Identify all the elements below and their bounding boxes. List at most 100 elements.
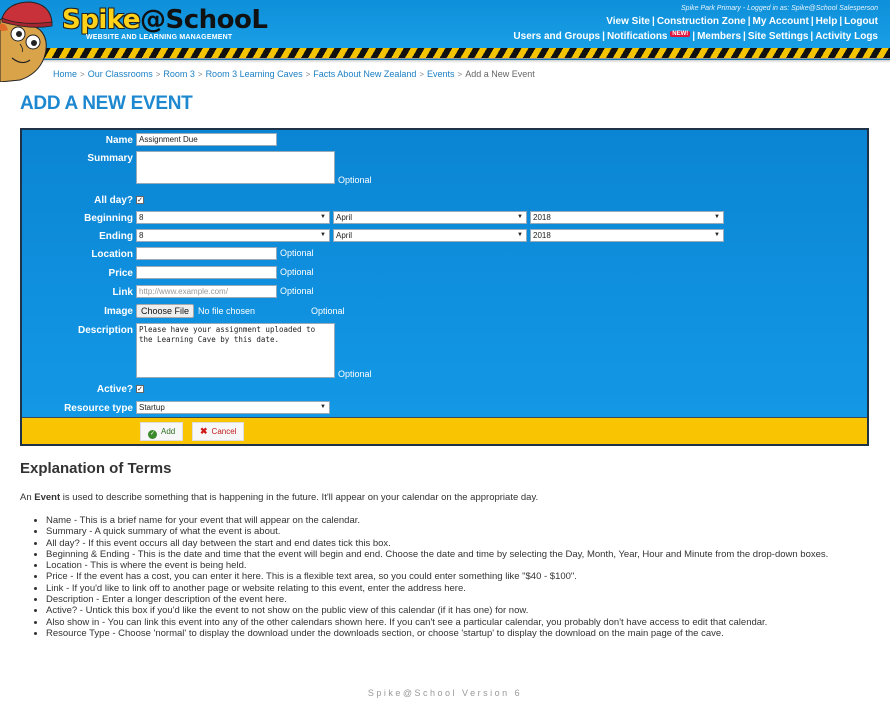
breadcrumb-facts-nz[interactable]: Facts About New Zealand xyxy=(313,69,416,79)
nav-view-site[interactable]: View Site xyxy=(606,16,650,27)
nav-separator: | xyxy=(839,16,843,27)
term-item: Also show in - You can link this event i… xyxy=(46,617,880,628)
form-row-active: Active? ✓ xyxy=(22,382,144,397)
form-row-image: Image Choose File No file chosen Optiona… xyxy=(22,304,345,319)
nav-activity-logs[interactable]: Activity Logs xyxy=(815,31,878,42)
term-item: Summary - A quick summary of what the ev… xyxy=(46,526,880,537)
term-item: Price - If the event has a cost, you can… xyxy=(46,571,880,582)
explanation-intro: An Event is used to describe something t… xyxy=(20,492,538,503)
summary-optional-hint: Optional xyxy=(338,175,372,185)
nav-site-settings[interactable]: Site Settings xyxy=(748,31,809,42)
price-label: Price xyxy=(108,268,133,279)
image-optional-hint: Optional xyxy=(311,306,345,316)
breadcrumb-room-3[interactable]: Room 3 xyxy=(163,69,195,79)
nav-separator: | xyxy=(810,16,814,27)
nav-logout[interactable]: Logout xyxy=(844,16,878,27)
term-item: Active? - Untick this box if you'd like … xyxy=(46,605,880,616)
add-button-label: Add xyxy=(161,427,176,436)
breadcrumb-learning-caves[interactable]: Room 3 Learning Caves xyxy=(206,69,303,79)
description-optional-hint: Optional xyxy=(338,369,372,379)
chevron-down-icon: ▼ xyxy=(320,404,326,410)
breadcrumb-separator: > xyxy=(155,70,161,79)
check-circle-icon: ✓ xyxy=(148,430,157,439)
terms-list: Name - This is a brief name for your eve… xyxy=(20,515,880,639)
breadcrumb-separator: > xyxy=(197,70,203,79)
beginning-day-select[interactable]: 8 ▼ xyxy=(136,211,330,224)
hazard-stripe-divider xyxy=(0,48,890,59)
intro-suffix: is used to describe something that is ha… xyxy=(60,492,539,503)
mascot-icon xyxy=(0,1,53,82)
close-icon: ✖ xyxy=(200,426,208,436)
summary-textarea[interactable] xyxy=(136,151,335,184)
term-item: Resource Type - Choose 'normal' to displ… xyxy=(46,628,880,639)
form-row-summary: Summary Optional xyxy=(22,151,372,185)
active-checkbox[interactable]: ✓ xyxy=(136,385,144,393)
site-logo[interactable]: Spike@SchooL Website and Learning Manage… xyxy=(62,6,268,41)
name-input[interactable]: Assignment Due xyxy=(136,133,277,146)
intro-bold: Event xyxy=(34,492,61,503)
nav-separator: | xyxy=(743,31,746,42)
nav-construction-zone[interactable]: Construction Zone xyxy=(657,16,746,27)
cancel-button[interactable]: ✖ Cancel xyxy=(192,422,245,441)
choose-file-button[interactable]: Choose File xyxy=(136,304,195,318)
footer-version: Spike@School Version 6 xyxy=(367,688,523,698)
add-event-form: Name Assignment Due Summary Optional All… xyxy=(20,128,869,446)
intro-prefix: An xyxy=(20,492,35,503)
breadcrumb-our-classrooms[interactable]: Our Classrooms xyxy=(88,69,153,79)
link-optional-hint: Optional xyxy=(280,286,314,296)
nav-help[interactable]: Help xyxy=(816,16,838,27)
active-label: Active? xyxy=(96,384,133,395)
term-item: Name - This is a brief name for your eve… xyxy=(46,515,880,526)
beginning-month-value: April xyxy=(336,213,353,222)
nav-users-and-groups[interactable]: Users and Groups xyxy=(513,31,600,42)
price-optional-hint: Optional xyxy=(280,267,314,277)
resource-type-label: Resource type xyxy=(64,403,133,414)
form-row-location: Location Optional xyxy=(22,247,314,262)
term-item: Location - This is where the event is be… xyxy=(46,560,880,571)
ending-day-select[interactable]: 8 ▼ xyxy=(136,229,330,242)
breadcrumb-separator: > xyxy=(457,70,463,79)
cancel-button-label: Cancel xyxy=(211,427,237,436)
beginning-label: Beginning xyxy=(84,213,133,224)
resource-type-value: Startup xyxy=(139,403,165,412)
breadcrumb-separator: > xyxy=(80,70,85,79)
ending-year-value: 2018 xyxy=(533,231,551,240)
link-input[interactable]: http://www.example.com/ xyxy=(136,285,277,298)
breadcrumb-events[interactable]: Events xyxy=(427,69,455,79)
form-row-price: Price Optional xyxy=(22,266,314,281)
all-day-checkbox[interactable]: ✓ xyxy=(136,196,144,204)
nav-my-account[interactable]: My Account xyxy=(753,16,809,27)
logged-in-text: Spike Park Primary - Logged in as: Spike… xyxy=(681,5,878,12)
add-button[interactable]: ✓ Add xyxy=(140,422,184,441)
file-status-text: No file chosen xyxy=(198,306,256,316)
account-nav: Spike Park Primary - Logged in as: Spike… xyxy=(513,5,878,42)
breadcrumb: Home > Our Classrooms > Room 3 > Room 3 Learni… xyxy=(53,69,535,79)
nav-members[interactable]: Members xyxy=(697,31,741,42)
form-row-link: Link http://www.example.com/ Optional xyxy=(22,285,314,300)
price-input[interactable] xyxy=(136,266,277,279)
breadcrumb-separator: > xyxy=(419,70,425,79)
nav-separator: | xyxy=(747,16,751,27)
location-optional-hint: Optional xyxy=(280,248,314,258)
location-input[interactable] xyxy=(136,247,277,260)
nav-separator: | xyxy=(810,31,814,42)
summary-label: Summary xyxy=(87,153,133,164)
breadcrumb-separator: > xyxy=(305,70,311,79)
nav-row-primary: View Site | Construction Zone | My Account | H… xyxy=(513,16,878,27)
chevron-down-icon: ▼ xyxy=(517,232,523,238)
ending-year-select[interactable]: 2018 ▼ xyxy=(530,229,724,242)
page-title: ADD A NEW EVENT xyxy=(20,93,193,114)
ending-month-select[interactable]: April ▼ xyxy=(333,229,527,242)
ending-label: Ending xyxy=(99,231,133,242)
explanation-title: Explanation of Terms xyxy=(20,460,172,477)
form-row-name: Name Assignment Due xyxy=(22,133,277,148)
beginning-month-select[interactable]: April ▼ xyxy=(333,211,527,224)
beginning-day-value: 8 xyxy=(139,213,144,222)
resource-type-select[interactable]: Startup ▼ xyxy=(136,401,330,414)
ending-day-value: 8 xyxy=(139,231,144,240)
beginning-year-select[interactable]: 2018 ▼ xyxy=(530,211,724,224)
nav-notifications[interactable]: Notifications xyxy=(607,31,668,42)
description-textarea[interactable]: Please have your assignment uploaded to … xyxy=(136,323,335,378)
nav-row-secondary: Users and Groups | Notifications NEW! | Memb… xyxy=(513,31,878,42)
nav-separator: | xyxy=(652,16,655,27)
